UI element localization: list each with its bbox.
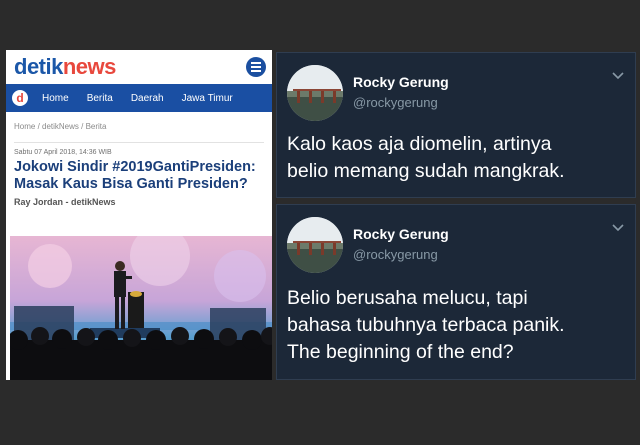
avatar[interactable] — [287, 65, 343, 121]
tweet-text: Belio berusaha melucu, tapi bahasa tubuh… — [287, 287, 565, 363]
breadcrumb[interactable]: Home / detikNews / Berita — [6, 112, 272, 138]
nav-item-berita[interactable]: Berita — [87, 93, 113, 104]
tweet-author-name[interactable]: Rocky Gerung — [353, 226, 449, 242]
article-headline: Jokowi Sindir #2019GantiPresiden: Masak … — [14, 159, 256, 192]
tweet-author-name[interactable]: Rocky Gerung — [353, 74, 449, 90]
tweet-card[interactable]: Rocky Gerung @rockygerung Belio berusaha… — [276, 204, 636, 380]
chevron-down-icon[interactable] — [611, 223, 625, 233]
tweet-text: Kalo kaos aja diomelin, artinya belio me… — [287, 133, 565, 182]
tweet-handle[interactable]: @rockygerung — [353, 95, 438, 110]
article-date: Sabtu 07 April 2018, 14:36 WIB — [14, 149, 112, 156]
article-photo — [10, 236, 272, 380]
detik-header: detiknews — [6, 50, 272, 84]
detik-d-icon[interactable]: d — [12, 90, 28, 106]
avatar[interactable] — [287, 217, 343, 273]
detiknews-logo[interactable]: detiknews — [14, 56, 116, 78]
tweet-handle[interactable]: @rockygerung — [353, 247, 438, 262]
nav-item-home[interactable]: Home — [42, 93, 69, 104]
chevron-down-icon[interactable] — [611, 71, 625, 81]
tweet-card[interactable]: Rocky Gerung @rockygerung Kalo kaos aja … — [276, 52, 636, 198]
nav-item-daerah[interactable]: Daerah — [131, 93, 164, 104]
article-author: Ray Jordan - detikNews — [14, 197, 116, 207]
hamburger-menu-icon[interactable] — [246, 57, 266, 77]
nav-item-jawa-timur[interactable]: Jawa Timur — [182, 93, 233, 104]
detik-article-screenshot: detiknews d Home Berita Daerah Jawa Timu… — [6, 50, 272, 380]
detik-navbar: d Home Berita Daerah Jawa Timur — [6, 84, 272, 112]
